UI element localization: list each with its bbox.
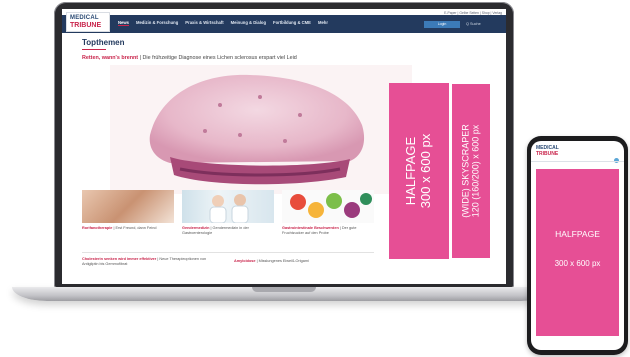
site-logo[interactable]: MEDICAL TRIBUNE — [66, 12, 110, 32]
section-title: Topthemen — [82, 38, 125, 47]
site-header: MEDICAL TRIBUNE E-Paper | Gelbe Seiten |… — [62, 9, 506, 33]
logo-line-2: TRIBUNE — [70, 22, 102, 29]
teaser-1-kicker: Rorifanotherapie — [82, 226, 113, 230]
hero-image[interactable] — [110, 65, 412, 194]
nav-item-praxis[interactable]: Praxis & Wirtschaft — [185, 20, 223, 26]
ad-halfpage-label: HALFPAGE 300 x 600 px — [403, 133, 434, 209]
teaser-caption-1[interactable]: Rorifanotherapie | Erst Freund, dann Fei… — [82, 226, 174, 231]
ad-skyscraper-label: (WIDE) SKYSCRAPER 120 (160/200) x 600 px — [461, 124, 482, 218]
fruit-illustration — [290, 193, 372, 218]
teaser-2-kicker: Gendermedizin — [182, 226, 210, 230]
teaser-image-1[interactable] — [82, 190, 174, 223]
lead-headline-kicker: Retten, wann's brennt — [82, 55, 139, 61]
utility-bar — [62, 9, 506, 15]
nav-item-medizin[interactable]: Medizin & Forschung — [136, 20, 178, 26]
main-nav: News Medizin & Forschung Praxis & Wirtsc… — [118, 20, 328, 26]
doctors-illustration — [209, 194, 249, 224]
divider — [82, 252, 374, 253]
nav-item-meinung[interactable]: Meinung & Dialog — [231, 20, 266, 26]
teaser-image-3[interactable] — [282, 190, 374, 223]
phone-header-divider — [531, 161, 624, 162]
teaser-3-kicker: Gastrointestinale Beschwerden — [282, 226, 339, 230]
nav-item-mehr[interactable]: Mehr — [318, 20, 328, 26]
ad-skyscraper-title: (WIDE) SKYSCRAPER — [460, 124, 471, 218]
teaser-caption-3[interactable]: Gastrointestinale Beschwerden | Der gute… — [282, 226, 374, 236]
ad-skyscraper[interactable]: (WIDE) SKYSCRAPER 120 (160/200) x 600 px — [451, 83, 491, 259]
ad-halfpage[interactable]: HALFPAGE 300 x 600 px — [389, 83, 449, 259]
lead-headline[interactable]: Retten, wann's brennt | Die frühzeitige … — [82, 55, 297, 61]
laptop-notch — [252, 287, 316, 292]
logo-line-1: MEDICAL — [70, 15, 99, 21]
teaser-caption-2[interactable]: Gendermedizin | Gendermedizin in der Gas… — [182, 226, 274, 236]
search-button[interactable]: Q Suche — [466, 21, 481, 28]
section-underline — [82, 49, 106, 50]
lead-headline-text: | Die frühzeitige Diagnose eines Lichen … — [138, 55, 297, 61]
login-button[interactable]: Login — [424, 21, 460, 28]
story-2-kicker: Amyloidose — [234, 259, 256, 263]
ad-mobile-halfpage[interactable]: HALFPAGE 300 x 600 px — [536, 169, 619, 336]
ad-mobile-title: HALFPAGE — [555, 229, 600, 239]
utility-links[interactable]: E-Paper | Gelbe Seiten | Shop | Verlag — [444, 11, 502, 15]
nav-item-fortbildung[interactable]: Fortbildung & CME — [273, 20, 311, 26]
ad-halfpage-size: 300 x 600 px — [418, 133, 433, 209]
ad-skyscraper-size: 120 (160/200) x 600 px — [471, 124, 481, 218]
laptop-screen: MEDICAL TRIBUNE E-Paper | Gelbe Seiten |… — [62, 9, 506, 284]
teaser-1-text: | Erst Freund, dann Feind — [112, 226, 157, 230]
ad-mobile-size: 300 x 600 px — [554, 259, 601, 268]
story-1-kicker: Cholesterin senken wird immer effektiver — [82, 257, 157, 261]
story-link-1[interactable]: Cholesterin senken wird immer effektiver… — [82, 257, 222, 267]
story-link-2[interactable]: Amyloidose | Misslungenes Eiweiß-Origami — [234, 259, 374, 263]
mockup-stage: MEDICAL TRIBUNE E-Paper | Gelbe Seiten |… — [0, 0, 630, 357]
nav-item-news[interactable]: News — [118, 20, 129, 26]
ad-halfpage-title: HALFPAGE — [403, 136, 419, 206]
story-2-text: | Misslungenes Eiweiß-Origami — [255, 259, 309, 263]
phone-screen: MEDICAL TRIBUNE HALFPAGE 300 x 600 px — [531, 141, 624, 350]
teaser-image-2[interactable] — [182, 190, 274, 224]
histology-image — [110, 65, 412, 194]
phone-logo-line-2: TRIBUNE — [536, 151, 559, 157]
